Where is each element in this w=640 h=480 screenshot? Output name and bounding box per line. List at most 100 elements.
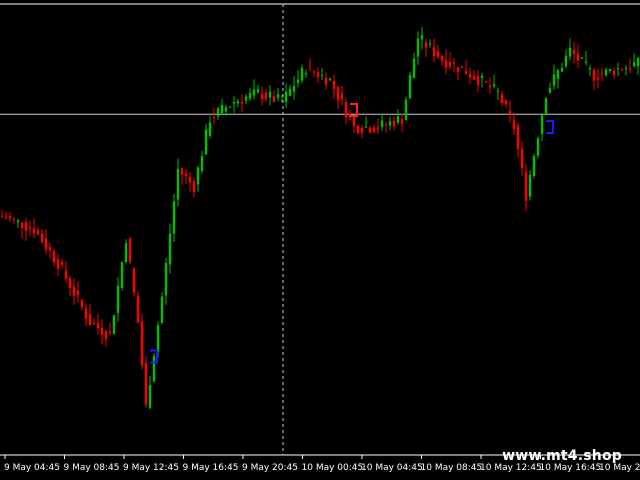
candle-bearish [484, 80, 488, 82]
candle-bearish [596, 77, 600, 80]
candle-bullish [236, 101, 240, 104]
candle-bearish [80, 299, 84, 307]
candle-bullish [112, 315, 116, 334]
candle-bullish [168, 233, 172, 265]
candle-bullish [320, 74, 324, 76]
candle-bullish [496, 90, 500, 92]
candle-bearish [424, 42, 428, 48]
candle-bearish [436, 51, 440, 58]
candle-bullish [172, 201, 176, 234]
candle-bullish [280, 100, 284, 102]
candle-bearish [52, 251, 56, 262]
candle-bearish [600, 73, 604, 75]
candle-bearish [264, 92, 268, 99]
candle-bearish [68, 278, 72, 289]
price-chart[interactable]: 9 May 04:45 9 May 08:45 9 May 12:45 9 May 1… [0, 0, 640, 480]
candle-bearish [0, 216, 4, 218]
candle-bullish [148, 385, 152, 409]
x-tick-label: 10 May 08:45 [421, 463, 483, 473]
candle-bearish [240, 102, 244, 104]
candle-bullish [116, 285, 120, 313]
candle-bearish [400, 118, 404, 124]
candle-bearish [76, 290, 80, 295]
candle-bullish [200, 156, 204, 171]
candle-bearish [40, 233, 44, 243]
candle-bearish [468, 73, 472, 78]
candle-bearish [336, 86, 340, 101]
candle-bearish [144, 363, 148, 405]
candle-bullish [584, 61, 588, 63]
candle-bearish [132, 267, 136, 293]
x-tick-label: 10 May 00:45 [302, 463, 364, 473]
candle-bearish [360, 127, 364, 133]
candle-bullish [616, 68, 620, 70]
candle-bearish [628, 68, 632, 70]
candle-bearish [108, 331, 112, 334]
candle-bearish [308, 65, 312, 67]
candle-bearish [372, 127, 376, 132]
candle-bearish [504, 99, 508, 105]
candle-bearish [128, 238, 132, 263]
candle-bullish [220, 104, 224, 114]
candle-bullish [624, 67, 628, 69]
candle-bearish [100, 327, 104, 335]
candle-bullish [564, 55, 568, 67]
chart-canvas[interactable]: 9 May 04:45 9 May 08:45 9 May 12:45 9 May 1… [0, 0, 640, 480]
candle-bearish [60, 262, 64, 265]
candle-bullish [380, 120, 384, 127]
candle-bearish [96, 322, 100, 329]
candle-bearish [28, 227, 32, 229]
candle-bullish [480, 75, 484, 79]
candle-bullish [196, 167, 200, 185]
candle-bearish [88, 314, 92, 326]
candle-bearish [324, 77, 328, 85]
candle-bullish [256, 89, 260, 93]
candle-bullish [268, 91, 272, 98]
candle-bullish [216, 108, 220, 117]
candle-bearish [104, 331, 108, 339]
candle-bullish [540, 115, 544, 134]
watermark-text: www.mt4.shop [502, 448, 622, 464]
candle-bearish [576, 53, 580, 61]
candle-bearish [316, 72, 320, 78]
candle-bullish [408, 75, 412, 99]
candle-bullish [548, 88, 552, 93]
candle-bullish [176, 168, 180, 200]
candle-bearish [184, 173, 188, 177]
candle-bullish [304, 73, 308, 75]
candle-bearish [84, 308, 88, 319]
candle-bearish [192, 181, 196, 193]
candle-bearish [456, 67, 460, 73]
candle-bearish [472, 75, 476, 80]
candle-bearish [340, 93, 344, 100]
candle-bearish [460, 65, 464, 68]
candle-bullish [328, 78, 332, 81]
x-tick-label: 10 May 20:... [599, 463, 640, 473]
candle-bearish [212, 117, 216, 119]
x-tick-label: 10 May 04:45 [361, 463, 423, 473]
candle-bullish [556, 70, 560, 79]
candle-bearish [188, 176, 192, 183]
candle-bearish [384, 124, 388, 126]
candle-bullish [284, 91, 288, 102]
candle-bearish [524, 171, 528, 201]
candle-bearish [32, 228, 36, 234]
candle-bearish [500, 93, 504, 103]
candle-bullish [16, 220, 20, 223]
candle-bearish [444, 60, 448, 68]
candle-bullish [404, 99, 408, 121]
candle-bearish [516, 125, 520, 149]
candle-bullish [296, 79, 300, 83]
candle-bullish [228, 106, 232, 108]
x-tick-label: 9 May 16:45 [183, 463, 239, 473]
candle-bullish [160, 296, 164, 323]
candle-bearish [488, 85, 492, 88]
candle-bullish [232, 102, 236, 104]
candle-bearish [448, 62, 452, 67]
candle-bullish [164, 263, 168, 296]
candle-bearish [136, 295, 140, 323]
candle-bullish [608, 68, 612, 72]
candle-bearish [4, 217, 8, 219]
candle-bearish [36, 230, 40, 235]
candle-bearish [260, 94, 264, 100]
